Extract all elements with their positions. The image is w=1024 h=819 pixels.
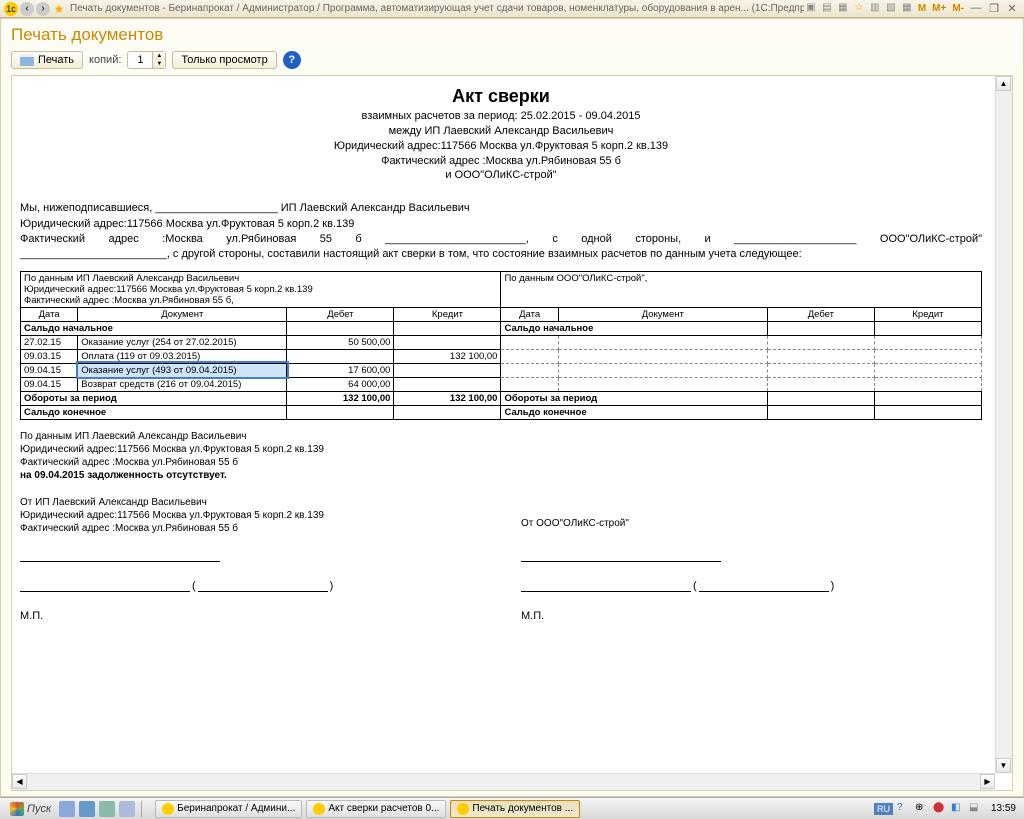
intro-l4: ________________________, с другой сторо… (20, 247, 982, 262)
selected-cell[interactable]: Оказание услуг (493 от 09.04.2015) (78, 363, 287, 377)
copies-down[interactable]: ▼ (153, 60, 165, 68)
footer-block-2: От ИП Лаевский Александр Васильевич Юрид… (20, 496, 481, 535)
col-date-2: Дата (501, 307, 558, 321)
tb-icon4[interactable]: ▥ (868, 2, 882, 16)
language-indicator[interactable]: RU (874, 803, 893, 815)
from-party2: От ООО"ОЛиКС-строй" (521, 518, 982, 529)
maximize-button[interactable]: ❐ (986, 2, 1002, 16)
taskbar-task-1[interactable]: Беринапрокат / Админи... (155, 800, 302, 818)
document-area: Акт сверки взаимных расчетов за период: … (11, 75, 1013, 791)
copies-up[interactable]: ▲ (153, 52, 165, 60)
tray-icon-4[interactable]: ⬓ (969, 802, 983, 816)
reconciliation-table[interactable]: По данным ИП Лаевский Александр Васильев… (20, 271, 982, 420)
quicklaunch-1[interactable] (59, 801, 75, 817)
toolbar: Печать копий: 1 ▲ ▼ Только просмотр ? (11, 51, 1013, 69)
taskbar-task-3[interactable]: Печать документов ... (450, 800, 580, 818)
party2-header: По данным ООО"ОЛиКС-строй", (501, 271, 982, 307)
mp-1: М.П. (20, 610, 481, 622)
copies-value[interactable]: 1 (128, 52, 152, 68)
print-label: Печать (38, 54, 74, 66)
tb-icon1[interactable]: ▣ (804, 2, 818, 16)
signature-row: () М.П. () М.П. (20, 541, 982, 622)
app-body: Печать документов Печать копий: 1 ▲ ▼ То… (0, 18, 1024, 797)
vertical-scrollbar[interactable]: ▲ ▼ (995, 76, 1012, 773)
table-row[interactable]: 09.04.15 Оказание услуг (493 от 09.04.20… (21, 363, 982, 377)
opening-row: Сальдо начальное Сальдо начальное (21, 321, 982, 335)
sig-line-1 (20, 561, 220, 562)
help-button[interactable]: ? (283, 51, 301, 69)
table-row[interactable]: 09.04.15 Возврат средств (216 от 09.04.2… (21, 377, 982, 391)
tb-icon5[interactable]: ▧ (884, 2, 898, 16)
tb-calc-icon[interactable]: ▦ (900, 2, 914, 16)
col-debit-2: Дебет (767, 307, 874, 321)
doc-header-2: между ИП Лаевский Александр Васильевич (20, 124, 982, 139)
tray-icon-2[interactable]: ⬤ (933, 802, 947, 816)
printer-icon (20, 54, 34, 66)
minimize-button[interactable]: — (968, 2, 984, 16)
intro-l3: Фактический адрес :Москва ул.Рябиновая 5… (20, 232, 982, 247)
doc-header-1: взаимных расчетов за период: 25.02.2015 … (20, 109, 982, 124)
doc-header-5: и ООО"ОЛиКС-строй" (20, 168, 982, 183)
table-row[interactable]: 09.03.15 Оплата (119 от 09.03.2015) 132 … (21, 349, 982, 363)
tray-icon-1[interactable]: ⊕ (915, 802, 929, 816)
sig-line-2 (521, 561, 721, 562)
system-tray: RU ? ⊕ ⬤ ◧ ⬓ 13:59 (874, 802, 1020, 816)
scroll-down[interactable]: ▼ (996, 758, 1011, 773)
windows-icon (10, 802, 24, 816)
app-icon: 1c (4, 2, 18, 16)
memory-mplus[interactable]: M+ (930, 3, 948, 14)
print-button[interactable]: Печать (11, 51, 83, 69)
taskbar-task-2[interactable]: Акт сверки расчетов 0... (306, 800, 446, 818)
doc-header-3: Юридический адрес:117566 Москва ул.Фрукт… (20, 139, 982, 154)
forward-button[interactable]: › (36, 2, 50, 16)
col-doc-1: Документ (78, 307, 287, 321)
quicklaunch-2[interactable] (79, 801, 95, 817)
scroll-left[interactable]: ◀ (12, 774, 27, 789)
doc-header: взаимных расчетов за период: 25.02.2015 … (20, 109, 982, 183)
preview-button[interactable]: Только просмотр (172, 51, 276, 69)
quicklaunch-3[interactable] (99, 801, 115, 817)
taskbar[interactable]: Пуск Беринапрокат / Админи... Акт сверки… (0, 797, 1024, 819)
tb-icon2[interactable]: ▤ (820, 2, 834, 16)
back-button[interactable]: ‹ (20, 2, 34, 16)
copies-spinner[interactable]: 1 ▲ ▼ (127, 51, 166, 69)
doc-title: Акт сверки (20, 86, 982, 107)
tray-help-icon[interactable]: ? (897, 802, 911, 816)
scroll-up[interactable]: ▲ (996, 76, 1011, 91)
col-debit-1: Дебет (287, 307, 394, 321)
turnover-row: Обороты за период 132 100,00 132 100,00 … (21, 391, 982, 405)
col-doc-2: Документ (558, 307, 767, 321)
clock[interactable]: 13:59 (987, 803, 1020, 814)
page-title: Печать документов (11, 25, 1013, 45)
col-date-1: Дата (21, 307, 78, 321)
document-content: Акт сверки взаимных расчетов за период: … (12, 76, 1012, 790)
doc-header-4: Фактический адрес :Москва ул.Рябиновая 5… (20, 154, 982, 169)
col-credit-2: Кредит (874, 307, 981, 321)
tb-icon3[interactable]: ▦ (836, 2, 850, 16)
window-title: Печать документов - Беринапрокат / Админ… (70, 3, 804, 14)
intro-l1: Мы, нижеподписавшиеся, _________________… (20, 201, 982, 216)
tb-star-icon[interactable]: ☆ (852, 2, 866, 16)
close-button[interactable]: ✕ (1004, 2, 1020, 16)
closing-row: Сальдо конечное Сальдо конечное (21, 405, 982, 419)
favorite-icon[interactable]: ★ (52, 2, 66, 16)
party1-header: По данным ИП Лаевский Александр Васильев… (21, 271, 501, 307)
intro-text: Мы, нижеподписавшиеся, _________________… (20, 201, 982, 263)
window-titlebar: 1c ‹ › ★ Печать документов - Беринапрока… (0, 0, 1024, 18)
intro-l2: Юридический адрес:117566 Москва ул.Фрукт… (20, 217, 982, 232)
table-row[interactable]: 27.02.15 Оказание услуг (254 от 27.02.20… (21, 335, 982, 349)
tray-icon-3[interactable]: ◧ (951, 802, 965, 816)
memory-mminus[interactable]: M- (950, 3, 966, 14)
horizontal-scrollbar[interactable]: ◀ ▶ (12, 773, 995, 790)
memory-m[interactable]: M (916, 3, 928, 14)
quicklaunch-4[interactable] (119, 801, 135, 817)
mp-2: М.П. (521, 610, 982, 622)
copies-label: копий: (89, 54, 121, 66)
scroll-right[interactable]: ▶ (980, 774, 995, 789)
start-button[interactable]: Пуск (4, 800, 57, 818)
preview-label: Только просмотр (181, 54, 267, 66)
footer-block-1: По данным ИП Лаевский Александр Васильев… (20, 430, 982, 482)
col-credit-1: Кредит (394, 307, 501, 321)
